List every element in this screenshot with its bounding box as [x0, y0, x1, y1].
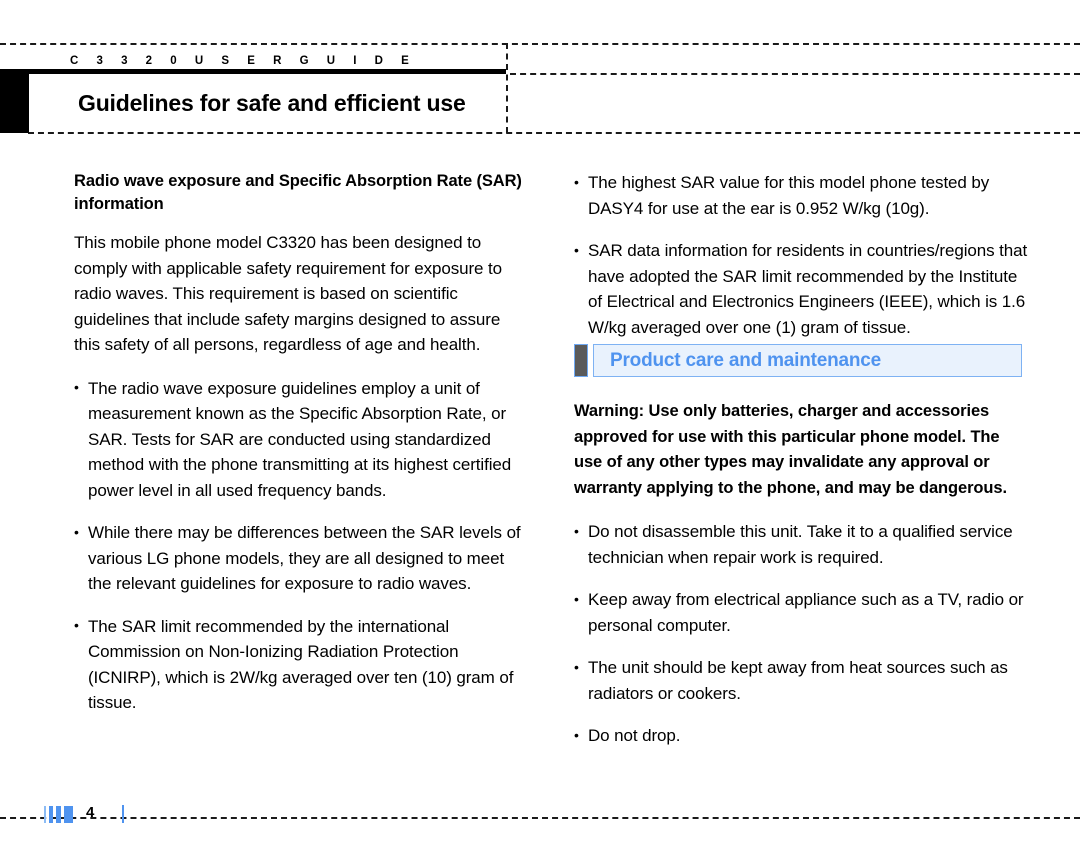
- section-heading-label: Product care and maintenance: [610, 349, 882, 371]
- right-column: The highest SAR value for this model pho…: [574, 170, 1029, 749]
- left-column-bullet-list: The radio wave exposure guidelines emplo…: [74, 375, 529, 716]
- list-item: The radio wave exposure guidelines emplo…: [74, 375, 529, 504]
- list-item: SAR data information for residents in co…: [574, 238, 1029, 340]
- section-marker-icon: [574, 344, 588, 377]
- crop-mark-top-dashed-line: [0, 43, 1080, 45]
- footer-bar-4: [64, 806, 73, 823]
- right-column-care-bullet-list: Do not disassemble this unit. Take it to…: [574, 519, 1029, 749]
- footer-bar-2: [49, 806, 53, 823]
- page-title: Guidelines for safe and efficient use: [78, 90, 466, 116]
- footer-bar-3: [56, 806, 61, 823]
- right-column-sar-bullet-list: The highest SAR value for this model pho…: [574, 170, 1029, 340]
- list-item: Do not disassemble this unit. Take it to…: [574, 519, 1029, 570]
- left-column-intro-paragraph: This mobile phone model C3320 has been d…: [74, 233, 503, 354]
- crop-mark-header-right-dashed-line: [510, 73, 1080, 75]
- footer-blue-bars-decoration: [44, 806, 76, 823]
- masthead-black-rule: [0, 69, 506, 74]
- footer-blue-tick: [122, 805, 124, 823]
- list-item: Do not drop.: [574, 723, 1029, 749]
- list-item: The unit should be kept away from heat s…: [574, 655, 1029, 706]
- list-item: While there may be differences between t…: [74, 520, 529, 597]
- section-heading-box: Product care and maintenance: [593, 344, 1022, 377]
- section-heading-banner: Product care and maintenance: [574, 344, 1022, 377]
- crop-mark-vertical-dashed-line: [506, 43, 508, 133]
- warning-paragraph: Warning: Use only batteries, charger and…: [574, 402, 1007, 497]
- crop-mark-bottom-dashed-line: [0, 817, 1080, 819]
- footer-bar-1: [44, 806, 46, 823]
- running-header-kicker: C 3 3 2 0 U S E R G U I D E: [70, 55, 417, 67]
- left-column-subheading: Radio wave exposure and Specific Absorpt…: [74, 172, 522, 213]
- list-item: The SAR limit recommended by the interna…: [74, 613, 529, 716]
- left-column: Radio wave exposure and Specific Absorpt…: [74, 170, 529, 716]
- page-number: 4: [86, 804, 95, 821]
- masthead-black-tab: [0, 73, 29, 133]
- list-item: The highest SAR value for this model pho…: [574, 170, 1029, 221]
- list-item: Keep away from electrical appliance such…: [574, 587, 1029, 638]
- crop-mark-header-bottom-dashed-line: [28, 132, 1080, 134]
